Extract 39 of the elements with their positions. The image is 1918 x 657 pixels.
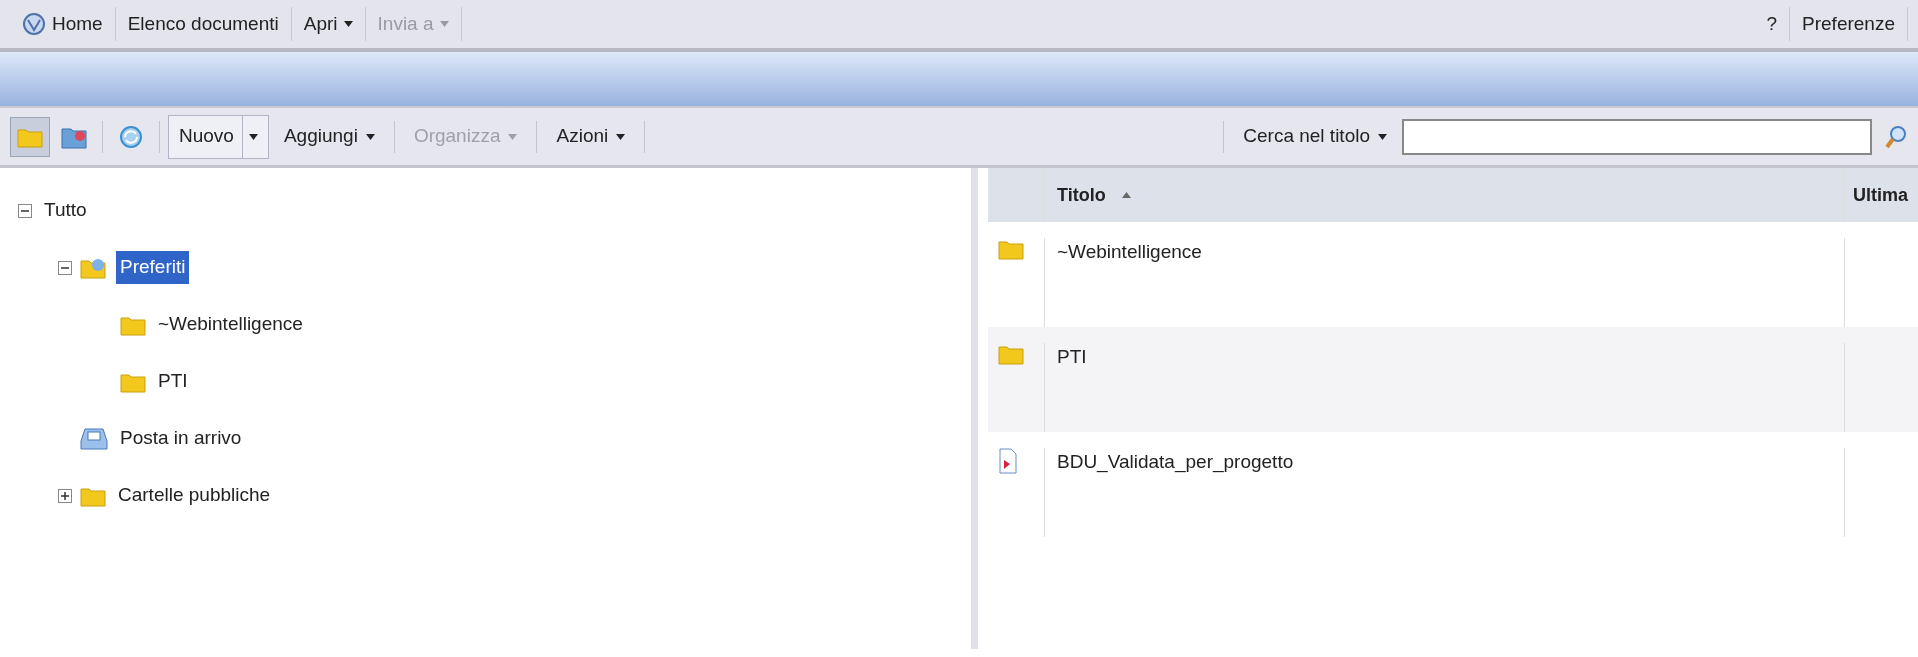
folder-icon <box>998 238 1024 260</box>
folder-icon <box>998 343 1024 365</box>
column-header[interactable]: Ultima <box>1844 168 1918 222</box>
collapse-toggle[interactable] <box>58 260 72 275</box>
globe-icon <box>22 12 46 36</box>
menu-button[interactable]: Aggiungi <box>272 114 386 159</box>
tree-item[interactable]: Posta in arrivo <box>116 422 246 455</box>
search-icon[interactable] <box>1884 123 1908 150</box>
collapse-toggle[interactable] <box>18 203 32 218</box>
caret-icon <box>616 133 626 140</box>
search-field[interactable] <box>1402 118 1872 155</box>
menu-dropdown[interactable]: Apri <box>291 7 366 41</box>
inbox-icon <box>80 426 108 451</box>
search-scope-dropdown[interactable]: Cerca nel titolo <box>1232 114 1398 159</box>
column-header[interactable]: Titolo <box>1044 168 1844 222</box>
menu-link[interactable]: Preferenze <box>1790 7 1908 41</box>
menu-link[interactable]: Elenco documenti <box>115 7 292 41</box>
menu-button[interactable]: Azioni <box>545 114 637 159</box>
tree-item[interactable]: Preferiti <box>116 251 190 284</box>
caret-icon <box>343 21 353 27</box>
tree-item[interactable]: PTI <box>154 365 192 398</box>
menu-link[interactable]: ? <box>1754 7 1791 41</box>
split-button[interactable]: Nuovo <box>168 114 269 159</box>
document-icon <box>998 448 1018 474</box>
caret-icon <box>248 133 258 140</box>
tree-item[interactable]: Tutto <box>40 194 91 227</box>
file-title[interactable]: BDU_Validata_per_progetto <box>1057 451 1294 472</box>
menu-link[interactable]: Home <box>10 7 116 41</box>
tree-item[interactable]: ~Webintelligence <box>154 308 307 341</box>
view-button[interactable] <box>10 116 50 157</box>
caret-icon <box>1378 133 1387 140</box>
file-title[interactable]: ~Webintelligence <box>1057 241 1202 262</box>
refresh-icon <box>118 123 144 150</box>
caret-icon <box>439 21 449 27</box>
caret-icon <box>508 133 518 140</box>
tree-item[interactable]: Cartelle pubbliche <box>114 479 275 512</box>
expand-toggle[interactable] <box>58 488 72 503</box>
caret-icon <box>365 133 375 140</box>
file-title[interactable]: PTI <box>1057 346 1087 367</box>
